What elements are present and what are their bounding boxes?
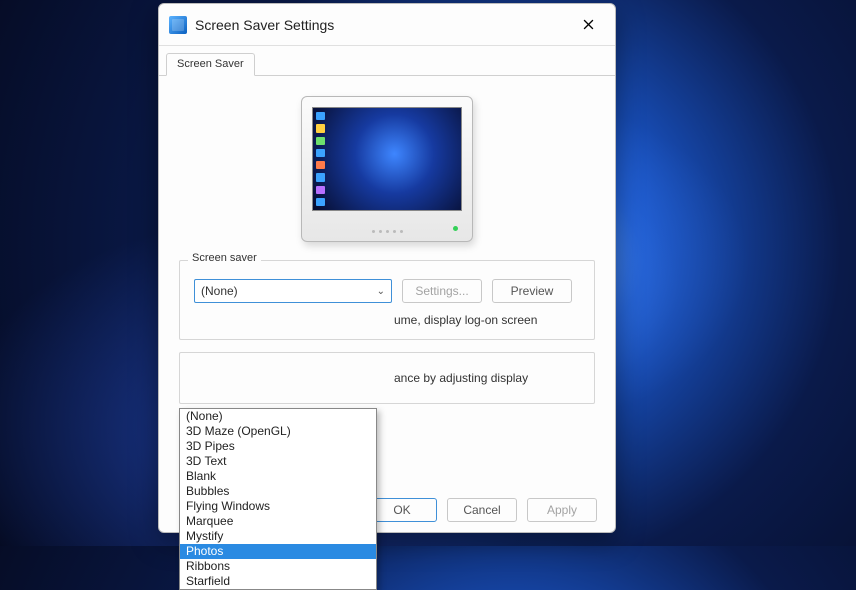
screensaver-dropdown-list[interactable]: (None)3D Maze (OpenGL)3D Pipes3D TextBla…	[179, 408, 377, 590]
desktop-icons	[316, 112, 340, 206]
preview-button[interactable]: Preview	[492, 279, 572, 303]
dropdown-item[interactable]: Photos	[180, 544, 376, 559]
dropdown-item[interactable]: Blank	[180, 469, 376, 484]
monitor-preview-area	[179, 96, 595, 242]
dropdown-item[interactable]: Marquee	[180, 514, 376, 529]
screen-saver-settings-dialog: Screen Saver Settings Screen Saver Scree…	[158, 3, 616, 533]
dropdown-item[interactable]: 3D Maze (OpenGL)	[180, 424, 376, 439]
dropdown-item[interactable]: (None)	[180, 409, 376, 424]
power-management-groupbox: ance by adjusting display	[179, 352, 595, 404]
close-button[interactable]	[571, 11, 605, 39]
tab-screen-saver[interactable]: Screen Saver	[166, 53, 255, 76]
resume-logon-text: ume, display log-on screen	[194, 313, 580, 327]
screensaver-combobox[interactable]: (None) ⌄	[194, 279, 392, 303]
dropdown-item[interactable]: Bubbles	[180, 484, 376, 499]
power-text-fragment: ance by adjusting display	[194, 371, 580, 385]
ok-button[interactable]: OK	[367, 498, 437, 522]
monitor-led-icon	[453, 226, 458, 231]
dropdown-item[interactable]: Mystify	[180, 529, 376, 544]
window-title: Screen Saver Settings	[195, 17, 571, 33]
dropdown-item[interactable]: Flying Windows	[180, 499, 376, 514]
chevron-down-icon: ⌄	[377, 286, 385, 297]
dropdown-item[interactable]: 3D Text	[180, 454, 376, 469]
screensaver-groupbox: Screen saver (None) ⌄ Settings... Previe…	[179, 260, 595, 340]
cancel-button[interactable]: Cancel	[447, 498, 517, 522]
screensaver-combobox-value: (None)	[201, 284, 238, 298]
dropdown-item[interactable]: Starfield	[180, 574, 376, 589]
dropdown-item[interactable]: Ribbons	[180, 559, 376, 574]
monitor-screen	[312, 107, 462, 211]
monitor-preview	[301, 96, 473, 242]
screensaver-groupbox-label: Screen saver	[188, 252, 261, 264]
tab-body: Screen saver (None) ⌄ Settings... Previe…	[159, 76, 615, 532]
tabstrip: Screen Saver	[159, 50, 615, 76]
dropdown-item[interactable]: 3D Pipes	[180, 439, 376, 454]
dialog-footer: OK Cancel Apply	[367, 498, 597, 522]
titlebar: Screen Saver Settings	[159, 4, 615, 46]
screensaver-app-icon	[169, 16, 187, 34]
settings-button[interactable]: Settings...	[402, 279, 482, 303]
close-icon	[583, 19, 594, 30]
apply-button[interactable]: Apply	[527, 498, 597, 522]
